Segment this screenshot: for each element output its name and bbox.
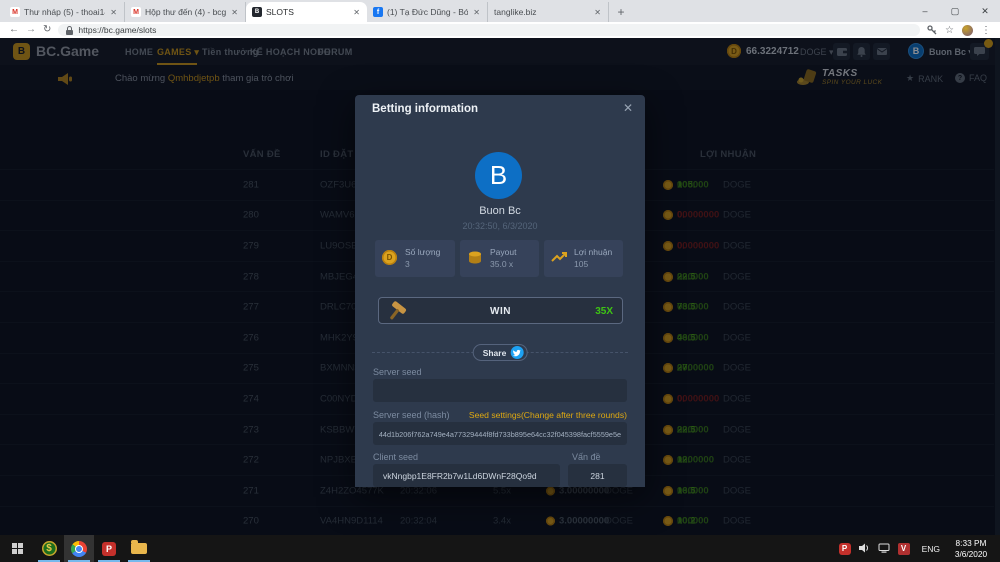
chrome-icon	[71, 541, 87, 557]
bcgame-favicon: B	[252, 7, 262, 17]
client-seed-label: Client seed	[373, 452, 418, 462]
tab-title: (1) Tạ Đức Dũng - Bóng Thanh N	[387, 7, 468, 17]
reload-icon[interactable]: ↻	[43, 22, 51, 38]
taskbar-app-chrome[interactable]	[64, 535, 94, 562]
lock-icon	[66, 26, 73, 35]
coin-icon: D	[382, 250, 397, 265]
stat-card-payout: Payout 35.0 x	[460, 240, 539, 277]
server-seed-input[interactable]	[373, 379, 627, 402]
modal-title: Betting information	[372, 103, 478, 115]
stat-card-amount: D Số lượng 3	[375, 240, 455, 277]
browser-menu-icon[interactable]: ⋮	[981, 25, 991, 36]
tray-p-icon[interactable]: P	[839, 543, 851, 555]
browser-profile-avatar[interactable]	[962, 25, 973, 36]
start-button[interactable]	[0, 535, 34, 562]
taskbar-app-money[interactable]: $	[34, 535, 64, 562]
tray-v-icon[interactable]: V	[898, 543, 910, 555]
issue-label: Vấn đề	[572, 452, 601, 462]
tab-title: Hộp thư đến (4) - bcgamebouns	[145, 7, 226, 17]
screen: M Thư nháp (5) - thoai14071997@ ✕ M Hộp …	[0, 0, 1000, 562]
facebook-icon: f	[373, 7, 383, 17]
tab-close-icon[interactable]: ✕	[472, 8, 481, 17]
bet-timestamp: 20:32:50, 6/3/2020	[355, 221, 645, 231]
player-name: Buon Bc	[355, 205, 645, 217]
result-banner: WIN 35X	[378, 297, 623, 324]
tab-close-icon[interactable]: ✕	[109, 8, 118, 17]
taskbar-app-p[interactable]: P	[94, 535, 124, 562]
tab-close-icon[interactable]: ✕	[230, 8, 239, 17]
player-avatar: B	[475, 152, 522, 199]
forward-icon[interactable]: →	[26, 22, 36, 38]
tab-title: Thư nháp (5) - thoai14071997@	[24, 7, 105, 17]
result-multiplier: 35X	[595, 306, 613, 317]
bookmark-star-icon[interactable]: ☆	[945, 25, 954, 36]
share-button[interactable]: Share	[473, 344, 528, 361]
betting-information-modal: Betting information ✕ B Buon Bc 20:32:50…	[355, 95, 645, 487]
tab-tanglike[interactable]: tanglike.biz ✕	[488, 2, 609, 22]
gmail-icon: M	[10, 7, 20, 17]
client-seed-input[interactable]: vkNngbp1E8FR2b7w1Ld6DWnF28Qo9d	[373, 464, 560, 487]
language-indicator[interactable]: ENG	[922, 544, 940, 554]
new-tab-button[interactable]: +	[609, 5, 633, 22]
p-app-icon: P	[102, 542, 116, 556]
window-controls: – ▢ ✕	[910, 0, 1000, 22]
result-label: WIN	[379, 306, 622, 317]
issue-input[interactable]: 281	[568, 464, 627, 487]
page-content: B BC.Game HOME GAMES ▾ Tiền thưởng KẾ HO…	[0, 38, 1000, 535]
tab-gmail-inbox[interactable]: M Hộp thư đến (4) - bcgamebouns ✕	[125, 2, 246, 22]
back-icon[interactable]: ←	[9, 22, 19, 38]
gmail-icon: M	[131, 7, 141, 17]
stat-card-profit: Lợi nhuận 105	[544, 240, 623, 277]
browser-toolbar: ← → ↻ https://bc.game/slots ☆ ⋮	[0, 22, 1000, 38]
taskbar-file-explorer[interactable]	[124, 535, 154, 562]
tab-close-icon[interactable]: ✕	[352, 8, 361, 17]
browser-tab-strip: M Thư nháp (5) - thoai14071997@ ✕ M Hộp …	[0, 0, 1000, 22]
system-tray: P V ENG 8:33 PM 3/6/2020	[839, 538, 1000, 560]
taskbar-clock[interactable]: 8:33 PM 3/6/2020	[948, 538, 994, 560]
server-seed-hash-input[interactable]: 44d1b206f762a749e4a77329444f8fd733b895e6…	[373, 422, 627, 445]
url-text: https://bc.game/slots	[78, 25, 156, 35]
coins-stack-icon	[467, 250, 483, 269]
address-bar[interactable]: https://bc.game/slots	[58, 24, 920, 36]
tab-slots-active[interactable]: B SLOTS ✕	[246, 2, 367, 22]
windows-logo-icon	[12, 543, 23, 554]
modal-close-icon[interactable]: ✕	[623, 101, 633, 115]
windows-taskbar: $ P P V ENG 8:33 PM 3/6/2020	[0, 535, 1000, 562]
tab-title: tanglike.biz	[494, 7, 589, 17]
window-close-button[interactable]: ✕	[970, 0, 1000, 22]
tab-close-icon[interactable]: ✕	[593, 8, 602, 17]
tab-facebook[interactable]: f (1) Tạ Đức Dũng - Bóng Thanh N ✕	[367, 2, 488, 22]
clock-time: 8:33 PM	[956, 538, 987, 548]
twitter-icon[interactable]	[510, 346, 523, 359]
window-maximize-button[interactable]: ▢	[940, 0, 970, 22]
server-seed-label: Server seed	[373, 367, 422, 377]
server-seed-hash-label: Server seed (hash)	[373, 410, 450, 420]
volume-icon[interactable]	[859, 540, 870, 558]
window-minimize-button[interactable]: –	[910, 0, 940, 22]
tab-title: SLOTS	[266, 7, 348, 17]
folder-icon	[131, 543, 147, 554]
seed-settings-link[interactable]: Seed settings(Change after three rounds)	[469, 410, 627, 420]
network-icon[interactable]	[878, 540, 890, 558]
trend-up-icon	[551, 250, 567, 268]
toolbar-icons: ☆ ⋮	[927, 25, 991, 36]
dollar-app-icon: $	[42, 541, 57, 556]
clock-date: 3/6/2020	[955, 549, 987, 559]
tab-gmail-drafts[interactable]: M Thư nháp (5) - thoai14071997@ ✕	[4, 2, 125, 22]
password-key-icon[interactable]	[927, 25, 937, 35]
